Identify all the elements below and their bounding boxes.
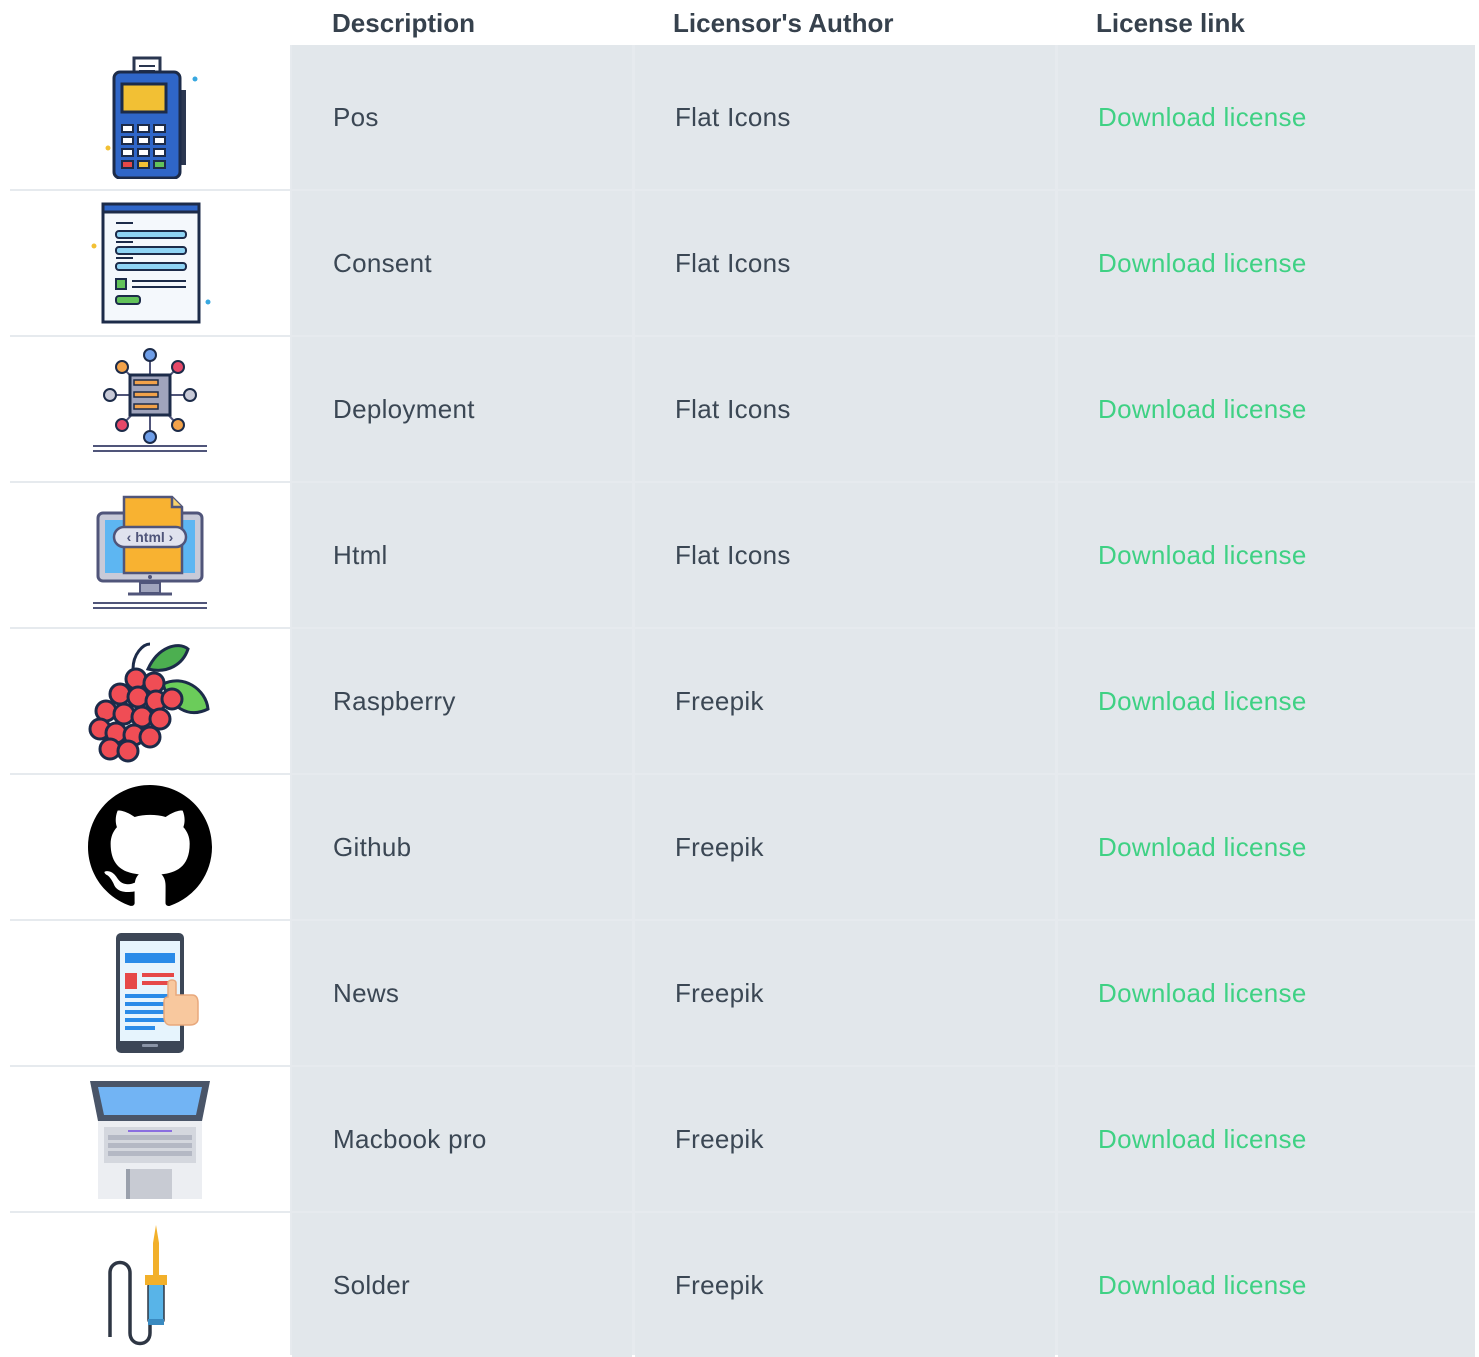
link-cell: Download license [1058,1213,1475,1357]
description-text: Macbook pro [333,1123,487,1154]
macbook-pro-icon [88,1077,212,1201]
description-cell: Deployment [292,337,632,481]
link-cell: Download license [1058,629,1475,773]
description-text: Github [333,831,412,862]
download-license-link[interactable]: Download license [1058,1124,1307,1155]
description-cell: Html [292,483,632,627]
download-license-link[interactable]: Download license [1058,540,1307,571]
author-text: Freepik [675,977,764,1008]
icon-cell [10,1213,290,1357]
link-cell: Download license [1058,45,1475,189]
table-row: Raspberry Freepik Download license [10,629,1475,773]
author-text: Freepik [675,1123,764,1154]
table-row: Pos Flat Icons Download license [10,45,1475,189]
link-cell: Download license [1058,337,1475,481]
download-license-link[interactable]: Download license [1058,394,1307,425]
description-text: Solder [333,1269,410,1300]
description-cell: Macbook pro [292,1067,632,1211]
news-phone-icon [88,931,212,1055]
table-row: Macbook pro Freepik Download license [10,1067,1475,1211]
author-cell: Freepik [635,921,1055,1065]
description-text: News [333,977,400,1008]
pos-terminal-icon [88,55,212,179]
description-text: Consent [333,247,432,278]
license-table: Pos Flat Icons Download license Consent … [10,45,1475,1357]
table-row: Solder Freepik Download license [10,1213,1475,1357]
html-icon-label: ‹ html › [127,529,174,545]
icon-cell: ‹ html › [10,483,290,627]
icon-cell [10,337,290,481]
icon-cell [10,191,290,335]
description-cell: Github [292,775,632,919]
description-text: Raspberry [333,685,456,716]
raspberry-icon [88,639,212,763]
author-text: Flat Icons [675,101,791,132]
table-row: News Freepik Download license [10,921,1475,1065]
author-cell: Freepik [635,629,1055,773]
author-text: Flat Icons [675,247,791,278]
description-cell: Consent [292,191,632,335]
deployment-server-icon [88,347,212,471]
description-text: Pos [333,101,379,132]
table-row: Deployment Flat Icons Download license [10,337,1475,481]
header-license-link: License link [1096,8,1245,38]
icon-cell [10,921,290,1065]
icon-cell [10,629,290,773]
download-license-link[interactable]: Download license [1058,832,1307,863]
download-license-link[interactable]: Download license [1058,686,1307,717]
table-row: Github Freepik Download license [10,775,1475,919]
author-text: Freepik [675,1269,764,1300]
author-text: Flat Icons [675,539,791,570]
author-text: Flat Icons [675,393,791,424]
consent-form-icon [88,201,212,325]
link-cell: Download license [1058,483,1475,627]
author-cell: Freepik [635,1213,1055,1357]
header-licensor-author: Licensor's Author [673,8,894,38]
description-cell: Pos [292,45,632,189]
icon-cell [10,1067,290,1211]
author-cell: Flat Icons [635,45,1055,189]
author-cell: Flat Icons [635,337,1055,481]
table-row: Consent Flat Icons Download license [10,191,1475,335]
author-cell: Freepik [635,1067,1055,1211]
table-row: ‹ html › Html Flat Icons Download licens… [10,483,1475,627]
download-license-link[interactable]: Download license [1058,1270,1307,1301]
download-license-link[interactable]: Download license [1058,978,1307,1009]
download-license-link[interactable]: Download license [1058,248,1307,279]
github-icon [88,785,212,909]
link-cell: Download license [1058,191,1475,335]
description-text: Deployment [333,393,475,424]
icon-cell [10,775,290,919]
author-cell: Flat Icons [635,483,1055,627]
description-cell: Solder [292,1213,632,1357]
header-description: Description [332,8,476,38]
description-cell: Raspberry [292,629,632,773]
link-cell: Download license [1058,921,1475,1065]
icon-cell [10,45,290,189]
author-text: Freepik [675,831,764,862]
author-cell: Flat Icons [635,191,1055,335]
description-text: Html [333,539,388,570]
author-cell: Freepik [635,775,1055,919]
table-header: Description Licensor's Author License li… [10,0,1475,46]
link-cell: Download license [1058,1067,1475,1211]
description-cell: News [292,921,632,1065]
html-monitor-icon: ‹ html › [88,493,212,617]
link-cell: Download license [1058,775,1475,919]
author-text: Freepik [675,685,764,716]
soldering-iron-icon [88,1223,212,1347]
download-license-link[interactable]: Download license [1058,102,1307,133]
